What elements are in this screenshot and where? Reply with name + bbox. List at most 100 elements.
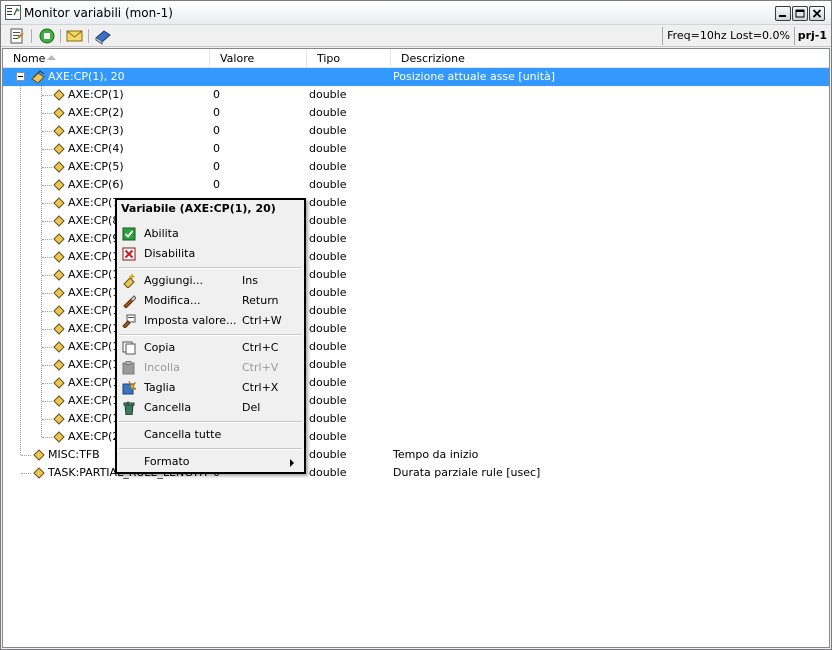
root-name: AXE:CP(1), 20 <box>48 70 125 83</box>
variable-name: AXE:CP(7 <box>68 196 120 209</box>
column-header: Nome Valore Tipo Descrizione <box>3 49 829 68</box>
column-name[interactable]: Nome <box>3 49 210 68</box>
menu-separator <box>119 448 302 450</box>
variable-name: AXE:CP(4) <box>68 142 124 155</box>
cross-icon <box>122 247 136 261</box>
menu-item-modifica[interactable]: Modifica... Return <box>119 291 302 311</box>
menu-item-label: Taglia <box>144 381 176 394</box>
menu-item-copia[interactable]: Copia Ctrl+C <box>119 338 302 358</box>
variable-type: double <box>309 124 347 137</box>
tree-line <box>42 347 52 348</box>
tree-line <box>42 293 52 294</box>
menu-item-shortcut: Del <box>242 401 261 414</box>
set-value-icon <box>122 314 136 328</box>
menu-item-label: Abilita <box>144 227 179 240</box>
tree-row[interactable]: AXE:CP(3) 0 double <box>3 122 829 140</box>
minimize-icon <box>779 15 786 17</box>
variable-icon <box>33 467 45 479</box>
variable-type: double <box>309 232 347 245</box>
tree-row-root[interactable]: AXE:CP(1), 20 Posizione attuale asse [un… <box>3 68 829 86</box>
menu-item-abilita[interactable]: Abilita <box>119 224 302 244</box>
menu-item-label: Formato <box>144 455 190 468</box>
menu-item-disabilita[interactable]: Disabilita <box>119 244 302 264</box>
variable-type: double <box>309 214 347 227</box>
collapse-toggle[interactable] <box>16 72 25 81</box>
variable-name: AXE:CP(1 <box>68 250 120 263</box>
monitor-window: Monitor variabili (mon-1) Freq=10hz Lost… <box>0 0 832 650</box>
tree-line <box>42 257 52 258</box>
variable-value: 0 <box>213 178 220 191</box>
menu-item-shortcut: Ctrl+C <box>242 341 279 354</box>
cut-icon <box>122 381 136 395</box>
variable-name: AXE:CP(1 <box>68 358 120 371</box>
menu-item-taglia[interactable]: Taglia Ctrl+X <box>119 378 302 398</box>
close-button[interactable] <box>809 6 825 21</box>
column-description[interactable]: Descrizione <box>391 49 829 68</box>
tree-line <box>42 149 52 150</box>
column-type[interactable]: Tipo <box>307 49 391 68</box>
variable-icon <box>53 233 65 245</box>
check-icon <box>122 227 136 241</box>
menu-item-label: Imposta valore... <box>144 314 237 327</box>
copy-icon <box>122 341 136 355</box>
variable-type: double <box>309 304 347 317</box>
variable-name: AXE:CP(1 <box>68 322 120 335</box>
menu-separator <box>119 421 302 423</box>
menu-item-label: Cancella tutte <box>144 428 222 441</box>
variable-type: double <box>309 160 347 173</box>
tree-line <box>42 167 52 168</box>
variable-icon <box>53 269 65 281</box>
tree-row[interactable]: AXE:CP(4) 0 double <box>3 140 829 158</box>
variable-icon <box>33 449 45 461</box>
minimize-button[interactable] <box>775 6 791 21</box>
properties-button[interactable] <box>7 27 27 45</box>
tree-line <box>42 311 52 312</box>
variable-value: 0 <box>213 124 220 137</box>
menu-item-formato[interactable]: Formato <box>119 452 302 472</box>
tree-row[interactable]: AXE:CP(1) 0 double <box>3 86 829 104</box>
menu-item-cancella-tutte[interactable]: Cancella tutte <box>119 425 302 445</box>
start-button[interactable] <box>37 27 57 45</box>
variable-name: AXE:CP(2) <box>68 106 124 119</box>
tree-row[interactable]: AXE:CP(6) 0 double <box>3 176 829 194</box>
tree-line <box>42 131 52 132</box>
tree-line <box>21 473 31 474</box>
variable-icon <box>53 161 65 173</box>
menu-item-incolla: Incolla Ctrl+V <box>119 358 302 378</box>
variable-value: 0 <box>213 142 220 155</box>
variable-icon <box>53 197 65 209</box>
menu-item-shortcut: Ins <box>242 274 258 287</box>
menu-item-label: Incolla <box>144 361 180 374</box>
variable-icon <box>53 323 65 335</box>
paste-icon <box>122 361 135 375</box>
tree-line <box>42 113 52 114</box>
variable-name: AXE:CP(1 <box>68 394 120 407</box>
add-icon <box>123 274 135 288</box>
menu-item-label: Aggiungi... <box>144 274 204 287</box>
menu-separator <box>119 267 302 269</box>
variable-icon <box>53 287 65 299</box>
variable-value: 0 <box>213 106 220 119</box>
variable-type: double <box>309 88 347 101</box>
menu-item-shortcut: Ctrl+V <box>242 361 279 374</box>
menu-item-aggiungi[interactable]: Aggiungi... Ins <box>119 271 302 291</box>
monitor-app-icon <box>5 5 21 20</box>
variable-icon <box>53 431 65 443</box>
tree-row[interactable]: AXE:CP(2) 0 double <box>3 104 829 122</box>
menu-item-imposta-valore[interactable]: Imposta valore... Ctrl+W <box>119 311 302 331</box>
maximize-button[interactable] <box>792 6 808 21</box>
column-name-label: Nome <box>13 52 46 65</box>
variable-name: AXE:CP(1 <box>68 376 120 389</box>
column-value[interactable]: Valore <box>210 49 307 68</box>
menu-item-cancella[interactable]: Cancella Del <box>119 398 302 418</box>
close-icon <box>812 9 822 18</box>
variable-type: double <box>309 448 347 461</box>
library-button[interactable] <box>93 27 113 45</box>
submenu-arrow-icon <box>290 459 294 467</box>
variable-icon <box>53 395 65 407</box>
mail-button[interactable] <box>65 27 85 45</box>
variable-name: AXE:CP(1 <box>68 304 120 317</box>
tree-row[interactable]: AXE:CP(5) 0 double <box>3 158 829 176</box>
variable-icon <box>53 377 65 389</box>
context-menu: Variabile (AXE:CP(1), 20) Abilita Disabi… <box>115 198 306 474</box>
